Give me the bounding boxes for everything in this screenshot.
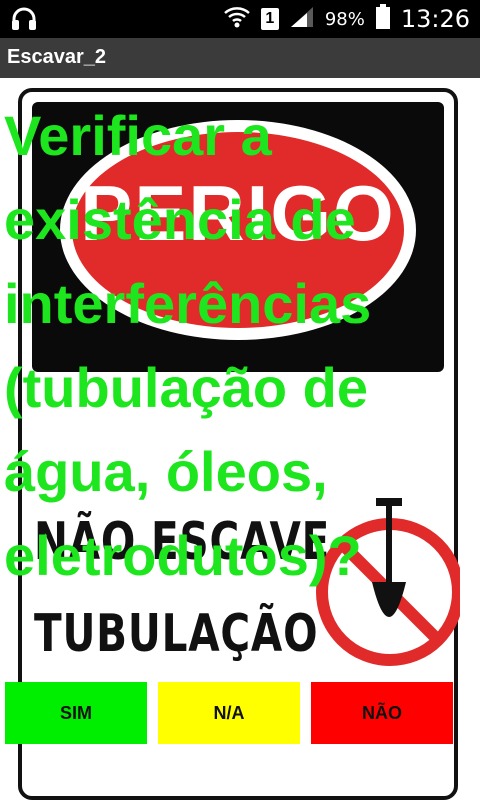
headphones-icon (10, 6, 38, 32)
signal-icon (289, 5, 315, 34)
sim-slot-indicator: 1 (260, 8, 279, 30)
battery-percent: 98% (324, 8, 365, 30)
battery-icon (375, 3, 391, 35)
nao-button[interactable]: NÃO (311, 682, 453, 744)
clock: 13:26 (400, 5, 470, 33)
answer-buttons: SIM N/A NÃO (0, 682, 480, 744)
title-bar: Escavar_2 (0, 38, 480, 78)
sign-warning-line-2: TUBULAÇÃO (34, 604, 319, 664)
screen-content: PERIGO NÃO ESCAVE TUBULAÇÃO Verificar a … (0, 78, 480, 800)
screen-title: Escavar_2 (7, 46, 106, 68)
sim-button[interactable]: SIM (5, 682, 147, 744)
status-bar: 1 98% 13:26 (0, 0, 480, 38)
na-button[interactable]: N/A (158, 682, 300, 744)
wifi-icon (223, 5, 251, 34)
question-text: Verificar a existência de interferências… (4, 104, 372, 587)
